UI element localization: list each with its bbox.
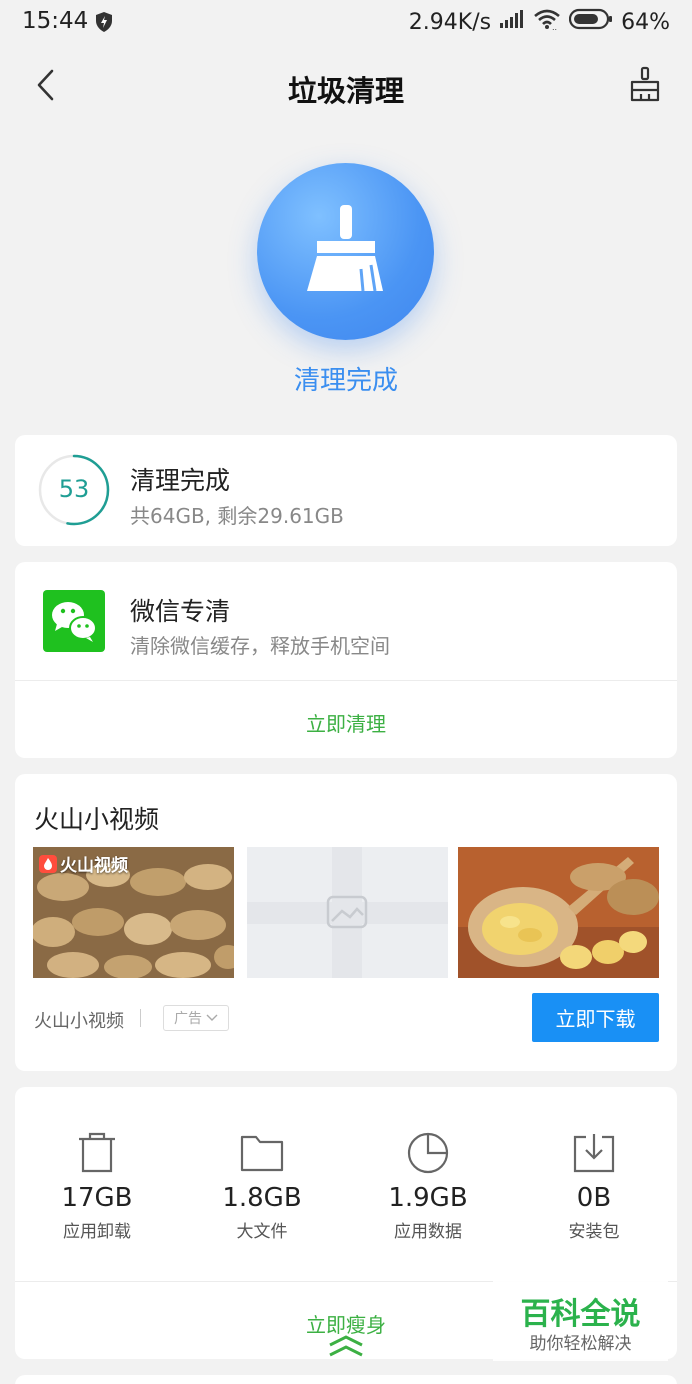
ad-thumbnail-placeholder[interactable] — [247, 847, 448, 978]
wechat-clean-button[interactable]: 立即清理 — [15, 708, 677, 737]
ad-card: 火山小视频 火山视频 火山小视频 广告 立即下载 — [15, 774, 677, 1071]
ad-thumbnail-ginger-pile[interactable]: 火山视频 — [33, 847, 234, 978]
stat-label: 应用数据 — [394, 1222, 462, 1242]
stat-value: 1.8GB — [222, 1183, 302, 1213]
divider — [140, 1009, 141, 1027]
ad-thumbnail-ginger-spoon[interactable] — [458, 847, 659, 978]
chevron-down-icon — [206, 1014, 218, 1021]
stat-value: 0B — [576, 1183, 612, 1213]
ad-thumbnail-brand: 火山视频 — [39, 851, 128, 876]
svg-text:..: .. — [552, 23, 557, 30]
wechat-subtitle: 清除微信缓存，释放手机空间 — [130, 634, 390, 658]
stat-app-data[interactable]: 1.9GB 应用数据 — [353, 1131, 503, 1242]
ad-label-dropdown[interactable]: 广告 — [163, 1005, 229, 1031]
shield-icon — [94, 11, 114, 37]
stat-value: 17GB — [61, 1183, 133, 1213]
storage-score-ring: 53 — [37, 453, 111, 527]
stat-label: 安装包 — [568, 1222, 620, 1242]
stat-value: 1.9GB — [388, 1183, 468, 1213]
divider — [15, 680, 677, 681]
wechat-title: 微信专清 — [130, 597, 231, 626]
ad-source: 火山小视频 — [34, 1011, 124, 1032]
stat-label: 大文件 — [236, 1222, 288, 1242]
battery-percent: 64% — [621, 9, 670, 35]
broom-icon — [307, 205, 383, 292]
trash-icon — [79, 1132, 115, 1173]
next-card — [15, 1375, 677, 1384]
stat-large-files[interactable]: 1.8GB 大文件 — [187, 1131, 337, 1242]
stat-install-packages[interactable]: 0B 安装包 — [519, 1131, 669, 1242]
stat-label: 应用卸载 — [63, 1222, 131, 1242]
pie-chart-icon — [407, 1132, 449, 1174]
title-bar: 垃圾清理 — [0, 56, 692, 116]
page-title: 垃圾清理 — [287, 74, 404, 108]
watermark-brand: 百科全说 — [520, 1297, 641, 1332]
net-speed: 2.94K/s — [408, 9, 492, 35]
watermark-logo: 百科全说 助你轻松解决 — [493, 1281, 668, 1361]
download-box-icon — [573, 1134, 615, 1173]
clean-status-label: 清理完成 — [293, 366, 398, 396]
clean-status-circle — [257, 163, 434, 340]
chevron-up-icon — [329, 1335, 363, 1357]
status-right: 2.94K/s .. 64% — [409, 8, 670, 36]
stat-app-uninstall[interactable]: 17GB 应用卸载 — [22, 1131, 172, 1242]
storage-title: 清理完成 — [130, 466, 231, 495]
wifi-icon: .. — [533, 8, 561, 36]
storage-card[interactable]: 53 清理完成 共64GB, 剩余29.61GB — [15, 435, 677, 546]
battery-icon — [568, 8, 613, 36]
watermark-slogan: 助你轻松解决 — [529, 1334, 632, 1354]
download-button[interactable]: 立即下载 — [532, 993, 659, 1042]
wechat-icon — [43, 590, 105, 652]
status-bar: 15:44 2.94K/s .. 64% — [0, 0, 692, 44]
ad-title: 火山小视频 — [34, 805, 160, 834]
clean-settings-button[interactable] — [628, 66, 662, 104]
status-time: 15:44 — [22, 8, 89, 34]
wechat-clean-card: 微信专清 清除微信缓存，释放手机空间 立即清理 — [15, 562, 677, 758]
signal-icon — [499, 9, 525, 35]
storage-detail: 共64GB, 剩余29.61GB — [130, 504, 344, 528]
folder-icon — [240, 1135, 284, 1172]
storage-score: 53 — [58, 475, 90, 503]
